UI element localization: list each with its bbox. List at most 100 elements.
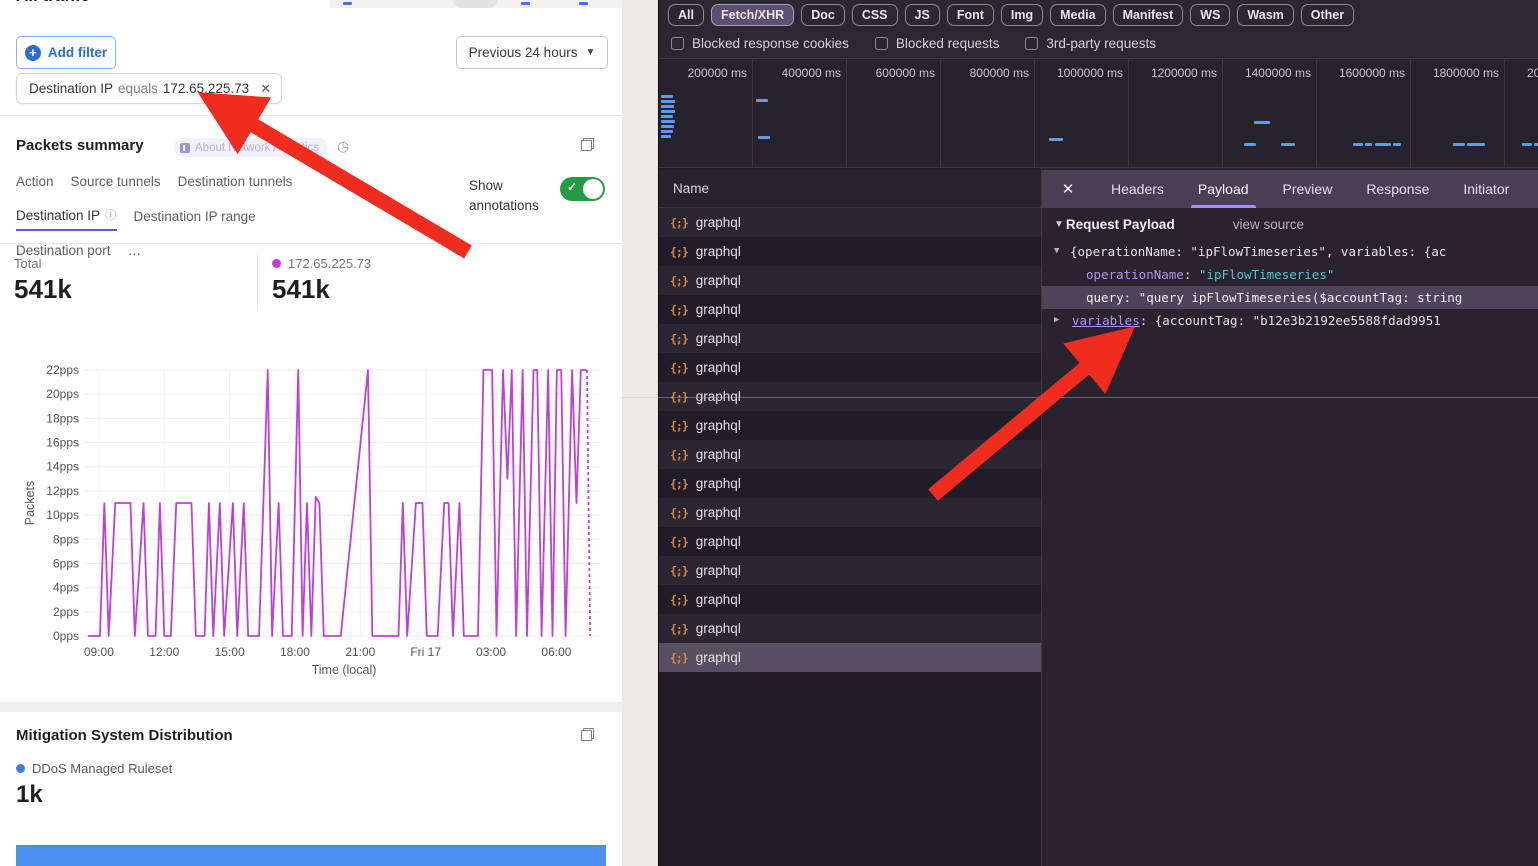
- request-name: graphql: [696, 534, 741, 549]
- request-activity-mark: [1534, 143, 1538, 146]
- filter-pill-fetch-xhr[interactable]: Fetch/XHR: [711, 4, 794, 26]
- svg-text:Time (local): Time (local): [312, 663, 377, 677]
- detail-tab-initiator[interactable]: Initiator: [1446, 170, 1526, 208]
- remove-filter-icon[interactable]: ✕: [260, 81, 271, 97]
- tab-destination-tunnels[interactable]: Destination tunnels: [178, 174, 293, 195]
- filter-pill-manifest[interactable]: Manifest: [1113, 4, 1184, 26]
- tab-label: Destination IP range: [134, 209, 256, 224]
- stat-total-value: 541k: [14, 274, 72, 305]
- request-activity-mark: [661, 120, 675, 123]
- series-dot-icon: [272, 259, 281, 268]
- tab-destination-ip[interactable]: Destination IPⓘ: [16, 207, 117, 231]
- filter-pill-other[interactable]: Other: [1301, 4, 1354, 26]
- svg-text:18:00: 18:00: [280, 645, 310, 659]
- view-source-link[interactable]: view source: [1233, 217, 1304, 232]
- checkbox-3rd-party-requests[interactable]: 3rd-party requests: [1025, 36, 1156, 51]
- fetch-xhr-icon: {;}: [670, 535, 688, 549]
- fetch-xhr-icon: {;}: [670, 593, 688, 607]
- request-row[interactable]: {;}graphql: [659, 382, 1041, 411]
- tab-source-tunnels[interactable]: Source tunnels: [71, 174, 161, 195]
- request-row[interactable]: {;}graphql: [659, 614, 1041, 643]
- name-column-header[interactable]: Name: [659, 170, 1041, 208]
- request-activity-mark: [1353, 143, 1363, 146]
- filter-pill-doc[interactable]: Doc: [801, 4, 845, 26]
- request-row[interactable]: {;}graphql: [659, 469, 1041, 498]
- checkbox-icon: [1025, 37, 1038, 50]
- request-row[interactable]: {;}graphql: [659, 440, 1041, 469]
- svg-text:12:00: 12:00: [149, 645, 179, 659]
- filter-pill-ws[interactable]: WS: [1190, 4, 1230, 26]
- request-row[interactable]: {;}graphql: [659, 556, 1041, 585]
- request-row[interactable]: {;}graphql: [659, 643, 1041, 672]
- tab-action[interactable]: Action: [16, 174, 54, 195]
- timeline-section: 1400000 ms: [1223, 59, 1317, 168]
- fetch-xhr-icon: {;}: [670, 419, 688, 433]
- svg-text:0pps: 0pps: [53, 629, 79, 643]
- filter-pill-css[interactable]: CSS: [852, 4, 898, 26]
- request-activity-mark: [1049, 138, 1063, 141]
- request-row[interactable]: {;}graphql: [659, 585, 1041, 614]
- payload-row-variables[interactable]: ▶ variables: {accountTag: "b12e3b2192ee5…: [1042, 309, 1538, 332]
- request-row[interactable]: {;}graphql: [659, 295, 1041, 324]
- timeline-tick-label: 1800000 ms: [1433, 66, 1499, 80]
- checkbox-blocked-response-cookies[interactable]: Blocked response cookies: [671, 36, 849, 51]
- fetch-xhr-icon: {;}: [670, 274, 688, 288]
- fetch-xhr-icon: {;}: [670, 622, 688, 636]
- network-overview-timeline[interactable]: 200000 ms400000 ms600000 ms800000 ms1000…: [659, 59, 1538, 168]
- request-activity-mark: [661, 125, 674, 128]
- request-activity-mark: [1365, 143, 1372, 146]
- json-string-value: "query ipFlowTimeseries($accountTag: str…: [1139, 290, 1463, 305]
- request-activity-mark: [661, 110, 675, 113]
- devtools-network-panel: All Fetch/XHR Doc CSS JS Font Img Media Manifest…: [658, 0, 1538, 866]
- divider: [0, 115, 622, 116]
- request-activity-mark: [1393, 143, 1401, 146]
- request-row[interactable]: {;}graphql: [659, 411, 1041, 440]
- request-row[interactable]: {;}graphql: [659, 237, 1041, 266]
- request-row[interactable]: {;} graphql: [659, 527, 1041, 556]
- filter-pill-font[interactable]: Font: [947, 4, 994, 26]
- svg-text:20pps: 20pps: [46, 387, 79, 401]
- show-annotations-toggle[interactable]: ✓: [560, 177, 605, 201]
- detail-tab-headers[interactable]: Headers: [1094, 170, 1181, 208]
- collapse-triangle-icon[interactable]: ▼: [1054, 219, 1064, 230]
- tab-more[interactable]: …: [128, 243, 142, 264]
- request-row[interactable]: {;}graphql: [659, 208, 1041, 237]
- expand-card-icon[interactable]: [581, 138, 594, 151]
- expand-triangle-icon[interactable]: ▼: [1054, 240, 1059, 263]
- close-icon[interactable]: ✕: [1042, 180, 1094, 198]
- expand-card-icon[interactable]: [581, 728, 594, 741]
- detail-tab-preview[interactable]: Preview: [1266, 170, 1350, 208]
- filter-pill-img[interactable]: Img: [1001, 4, 1043, 26]
- mitigation-bar: [16, 845, 606, 866]
- filter-pill-js[interactable]: JS: [905, 4, 940, 26]
- add-filter-button[interactable]: + Add filter: [16, 36, 116, 69]
- about-network-analytics-badge[interactable]: About Network Analytics: [174, 138, 328, 157]
- request-row[interactable]: {;}graphql: [659, 353, 1041, 382]
- detail-tab-payload[interactable]: Payload: [1181, 170, 1266, 208]
- svg-text:14pps: 14pps: [46, 460, 79, 474]
- fetch-xhr-icon: {;}: [670, 245, 688, 259]
- time-range-dropdown[interactable]: Previous 24 hours ▼: [456, 36, 608, 69]
- payload-row-query[interactable]: query: "query ipFlowTimeseries($accountT…: [1042, 286, 1538, 309]
- filter-pill-wasm[interactable]: Wasm: [1237, 4, 1293, 26]
- checkbox-blocked-requests[interactable]: Blocked requests: [875, 36, 1000, 51]
- request-name: graphql: [696, 563, 741, 578]
- filter-pill-media[interactable]: Media: [1050, 4, 1105, 26]
- mitigation-legend: DDoS Managed Ruleset: [16, 761, 172, 776]
- clock-icon: ◷: [337, 138, 349, 155]
- request-rows: {;}graphql{;}graphql{;}graphql{;}graphql…: [659, 208, 1041, 672]
- filter-chip[interactable]: Destination IP equals 172.65.225.73 ✕: [16, 73, 282, 104]
- filter-pill-all[interactable]: All: [668, 4, 704, 26]
- request-name: graphql: [696, 476, 741, 491]
- payload-preview-line[interactable]: ▼ {operationName: "ipFlowTimeseries", va…: [1042, 240, 1538, 263]
- tab-destination-ip-range[interactable]: Destination IP range: [134, 207, 256, 231]
- payload-row-operationName[interactable]: operationName: "ipFlowTimeseries": [1042, 263, 1538, 286]
- payload-preview-text: {operationName: "ipFlowTimeseries", vari…: [1070, 244, 1446, 259]
- json-string-value: "ipFlowTimeseries": [1199, 267, 1334, 282]
- expand-triangle-icon[interactable]: ▶: [1054, 309, 1059, 332]
- request-row[interactable]: {;}graphql: [659, 266, 1041, 295]
- stat-ip-value: 541k: [272, 274, 371, 305]
- detail-tab-response[interactable]: Response: [1349, 170, 1446, 208]
- request-row[interactable]: {;}graphql: [659, 324, 1041, 353]
- request-row[interactable]: {;}graphql: [659, 498, 1041, 527]
